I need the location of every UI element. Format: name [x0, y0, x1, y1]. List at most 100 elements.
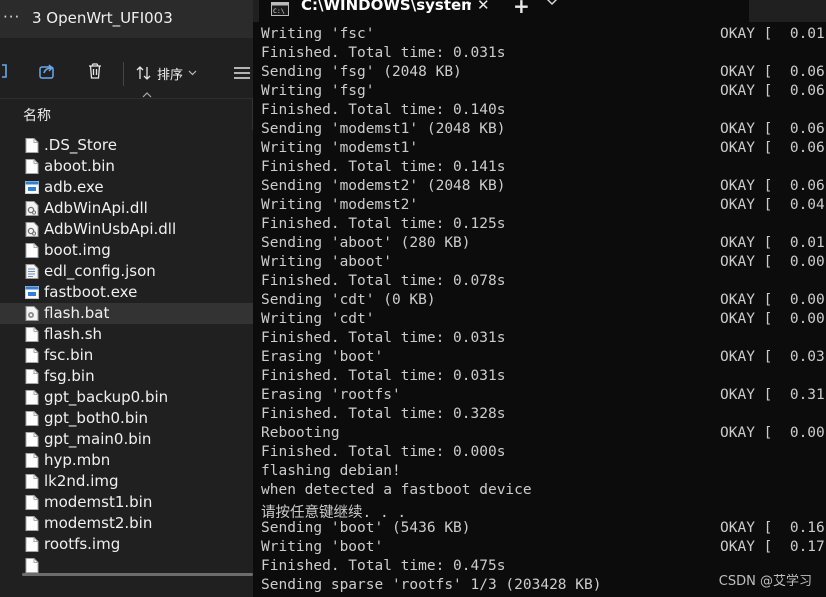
file-row[interactable]: edl_config.json: [0, 261, 253, 282]
console-status: OKAY [ 0.06: [720, 83, 825, 99]
console-line: Finished. Total time: 0.141s: [261, 159, 826, 178]
file-row[interactable]: modemst1.bin: [0, 492, 253, 513]
file-name: gpt_backup0.bin: [44, 388, 169, 406]
console-message: Writing 'modemst1': [261, 140, 419, 156]
file-name: lk2nd.img: [44, 472, 119, 490]
console-message: Finished. Total time: 0.141s: [261, 159, 506, 175]
file-row[interactable]: AdbWinUsbApi.dll: [0, 219, 253, 240]
console-message: Finished. Total time: 0.328s: [261, 406, 506, 422]
file-icon: [25, 369, 39, 384]
console-status: OKAY [ 0.06: [720, 64, 825, 80]
file-row[interactable]: lk2nd.img: [0, 471, 253, 492]
file-list: .DS_Store aboot.bin adb.exe AdbWinApi.dll Ad…: [0, 133, 253, 573]
console-status: OKAY [ 0.00: [720, 425, 825, 441]
file-name: modemst1.bin: [44, 493, 153, 511]
console-message: Finished. Total time: 0.078s: [261, 273, 506, 289]
console-message: Sending 'fsg' (2048 KB): [261, 64, 462, 80]
file-name: fastboot.exe: [44, 283, 138, 301]
chevron-down-icon: [188, 70, 197, 76]
file-row[interactable]: flash.bat: [0, 303, 253, 324]
file-name: gpt_both0.bin: [44, 409, 149, 427]
console-message: 请按任意键继续. . .: [261, 505, 407, 521]
share-partial-icon[interactable]: [0, 62, 18, 80]
close-tab-icon[interactable]: ✕: [477, 0, 490, 14]
file-name: .DS_Store: [44, 136, 117, 154]
watermark: CSDN @艾学习: [718, 574, 812, 589]
file-icon: [25, 558, 39, 573]
terminal-tab[interactable]: C:\ C:\WINDOWS\system32 ✕: [259, 0, 749, 22]
toolbar-divider: [123, 62, 124, 86]
terminal-tab-bar: C:\ C:\WINDOWS\system32 ✕ +: [253, 0, 826, 22]
console-line: Sending 'boot' (5436 KB) OKAY [ 0.16: [261, 520, 826, 539]
exe-icon: [25, 180, 39, 195]
svg-text:C:\: C:\: [273, 7, 285, 15]
file-name: fsc.bin: [44, 346, 94, 364]
file-row[interactable]: rootfs.img: [0, 534, 253, 555]
console-status: OKAY [ 0.00: [720, 292, 825, 308]
view-menu-icon[interactable]: [233, 67, 251, 79]
console-message: Writing 'cdt': [261, 311, 375, 327]
console-message: Sending 'cdt' (0 KB): [261, 292, 436, 308]
file-row[interactable]: fsg.bin: [0, 366, 253, 387]
file-row[interactable]: aboot.bin: [0, 156, 253, 177]
more-options-icon[interactable]: ···: [3, 8, 20, 26]
file-name: adb.exe: [44, 178, 104, 196]
console-message: Finished. Total time: 0.031s: [261, 45, 506, 61]
sort-button[interactable]: 排序: [136, 63, 197, 83]
console-message: Finished. Total time: 0.031s: [261, 368, 506, 384]
file-row[interactable]: AdbWinApi.dll: [0, 198, 253, 219]
file-row[interactable]: adb.exe: [0, 177, 253, 198]
column-header-name[interactable]: 名称: [0, 92, 253, 130]
console-message: Sending 'boot' (5436 KB): [261, 520, 471, 536]
file-icon: [25, 348, 39, 363]
file-row[interactable]: flash.sh: [0, 324, 253, 345]
console-line: Finished. Total time: 0.031s: [261, 330, 826, 349]
file-row[interactable]: hyp.mbn: [0, 450, 253, 471]
delete-icon[interactable]: [86, 62, 104, 80]
horizontal-scrollbar[interactable]: [0, 573, 253, 597]
console-line: Sending 'fsg' (2048 KB) OKAY [ 0.06: [261, 64, 826, 83]
file-row[interactable]: gpt_both0.bin: [0, 408, 253, 429]
file-row[interactable]: boot.img: [0, 240, 253, 261]
file-row[interactable]: modemst2.bin: [0, 513, 253, 534]
sort-icon: [136, 66, 151, 80]
console-line: Finished. Total time: 0.140s: [261, 102, 826, 121]
file-name: edl_config.json: [44, 262, 156, 280]
file-name: flash.sh: [44, 325, 103, 343]
file-icon: [25, 390, 39, 405]
console-message: Writing 'fsc': [261, 26, 375, 42]
console-line: Writing 'aboot' OKAY [ 0.00: [261, 254, 826, 273]
explorer-tab-title[interactable]: 3 OpenWrt_UFI003: [32, 9, 173, 27]
explorer-toolbar: 排序: [0, 38, 253, 99]
console-message: Writing 'fsg': [261, 83, 375, 99]
scrollbar-thumb[interactable]: [22, 573, 253, 576]
file-name: AdbWinApi.dll: [44, 199, 148, 217]
column-header-label: 名称: [23, 108, 51, 124]
file-icon: [25, 474, 39, 489]
file-name: hyp.mbn: [44, 451, 111, 469]
console-line: Sending 'modemst1' (2048 KB) OKAY [ 0.06: [261, 121, 826, 140]
file-icon: [25, 159, 39, 174]
file-icon: [25, 411, 39, 426]
console-message: Finished. Total time: 0.031s: [261, 330, 506, 346]
tab-dropdown-chevron-icon[interactable]: [546, 0, 558, 6]
console-line: Finished. Total time: 0.078s: [261, 273, 826, 292]
console-line: Finished. Total time: 0.031s: [261, 368, 826, 387]
file-row-partial[interactable]: [0, 555, 253, 573]
console-message: Finished. Total time: 0.140s: [261, 102, 506, 118]
console-message: Sending 'aboot' (280 KB): [261, 235, 471, 251]
console-line: Writing 'modemst2' OKAY [ 0.04: [261, 197, 826, 216]
terminal-window: C:\ C:\WINDOWS\system32 ✕ + Writing 'fsc…: [253, 0, 826, 597]
file-row[interactable]: fastboot.exe: [0, 282, 253, 303]
file-row[interactable]: gpt_backup0.bin: [0, 387, 253, 408]
console-line: Finished. Total time: 0.031s: [261, 45, 826, 64]
new-tab-icon[interactable]: +: [513, 0, 530, 18]
console-message: Writing 'boot': [261, 539, 384, 555]
file-row[interactable]: gpt_main0.bin: [0, 429, 253, 450]
share-icon[interactable]: [38, 62, 56, 80]
console-output[interactable]: Writing 'fsc' OKAY [ 0.01 Finished. Total …: [261, 26, 826, 597]
file-row[interactable]: .DS_Store: [0, 135, 253, 156]
console-message: Finished. Total time: 0.475s: [261, 558, 506, 574]
console-message: Sending sparse 'rootfs' 1/3 (203428 KB): [261, 577, 602, 593]
file-row[interactable]: fsc.bin: [0, 345, 253, 366]
